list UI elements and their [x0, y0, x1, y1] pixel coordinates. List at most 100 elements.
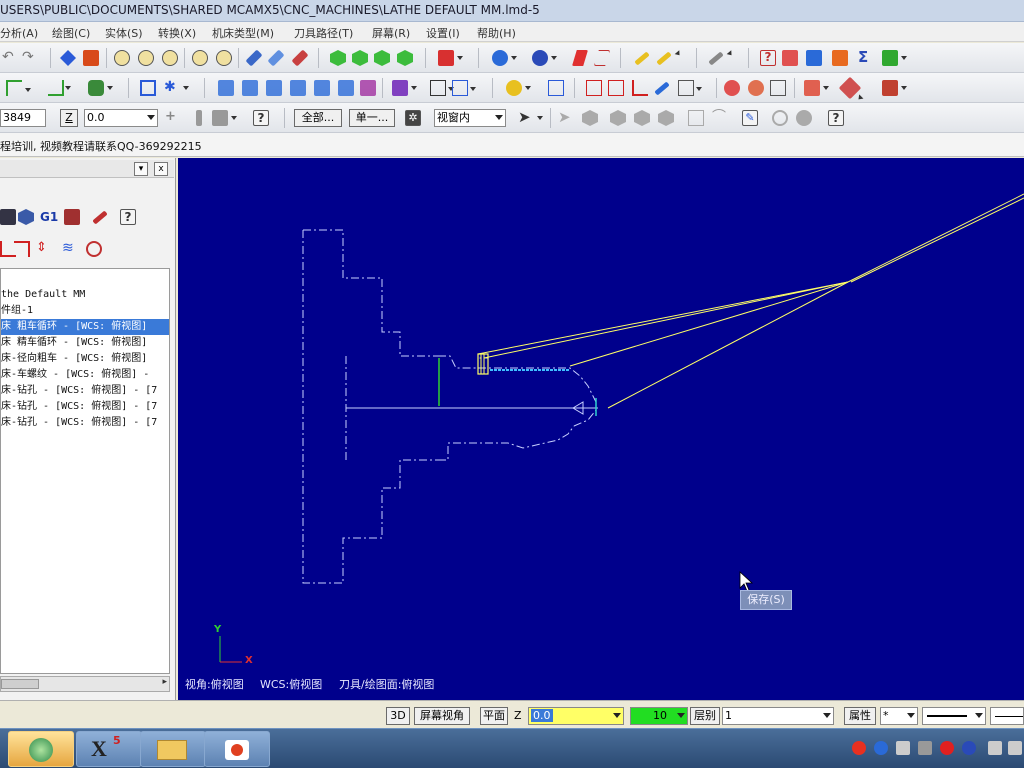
menu-solids[interactable]: 实体(S)	[105, 25, 143, 41]
tree-op-thread[interactable]: 床-车螺纹 - [WCS: 俯视图] -	[1, 367, 169, 383]
globe-icon[interactable]	[492, 50, 517, 66]
tree-op-drill-3[interactable]: 床-钻孔 - [WCS: 俯视图] - [7	[1, 415, 169, 431]
taskbar-recorder[interactable]	[204, 731, 270, 767]
hex-2-icon[interactable]	[610, 110, 626, 126]
lightbulb-icon[interactable]	[506, 80, 531, 96]
attributes-button[interactable]: 属性	[844, 707, 876, 725]
tree-op-finish-cycle[interactable]: 床 精车循环 - [WCS: 俯视图]	[1, 335, 169, 351]
xform-translate-icon[interactable]	[218, 80, 234, 96]
circle-solid-icon[interactable]	[796, 110, 812, 126]
menu-xform[interactable]: 转换(X)	[158, 25, 196, 41]
angle-icon[interactable]	[632, 80, 648, 96]
polyline-icon[interactable]	[48, 80, 71, 96]
3d-button[interactable]: 3D	[386, 707, 410, 725]
panel-close-button[interactable]: x	[154, 162, 168, 176]
wireframe-icon[interactable]	[594, 50, 610, 66]
selection-mode-icon[interactable]: ✲	[405, 110, 421, 126]
tree-op-rough-cycle[interactable]: 床 粗车循环 - [WCS: 俯视图]	[1, 319, 169, 335]
scrollbar-thumb[interactable]	[1, 679, 39, 689]
unzoom-icon[interactable]	[192, 50, 208, 66]
verify-select-icon[interactable]: ✎	[742, 110, 758, 126]
z-value-field[interactable]: 0.0	[84, 109, 158, 127]
menu-analyze[interactable]: 分析(A)	[0, 25, 38, 41]
redo-icon[interactable]: ↷	[22, 50, 38, 66]
xform-scale-icon[interactable]	[290, 80, 306, 96]
sum-icon[interactable]: Σ	[858, 50, 874, 66]
box-outline-icon[interactable]	[688, 110, 704, 126]
view-select-dropdown[interactable]: 视窗内	[434, 109, 506, 127]
drill-icon[interactable]	[392, 80, 417, 96]
material-icon[interactable]	[832, 50, 848, 66]
tree-op-drill-1[interactable]: 床-钻孔 - [WCS: 俯视图] - [7	[1, 383, 169, 399]
g1-backplot-button[interactable]: G1	[40, 209, 60, 225]
menu-create[interactable]: 绘图(C)	[52, 25, 90, 41]
xform-array-icon[interactable]	[338, 80, 354, 96]
wave-icon[interactable]: ≋	[62, 241, 78, 257]
select-all-button[interactable]: 全部...	[294, 109, 342, 127]
ops-help-icon[interactable]: ?	[120, 209, 136, 225]
color-field[interactable]: 10	[630, 707, 688, 725]
help-icon[interactable]: ?	[828, 110, 844, 126]
level-button[interactable]: 层别	[690, 707, 720, 725]
tree-op-drill-2[interactable]: 床-钻孔 - [WCS: 俯视图] - [7	[1, 399, 169, 415]
dimension-icon[interactable]	[806, 50, 822, 66]
zoom-target-icon[interactable]	[138, 50, 154, 66]
keyboard-tray-icon[interactable]	[896, 741, 910, 755]
list-icon[interactable]	[608, 80, 624, 96]
backplot-icon[interactable]	[838, 76, 862, 100]
target-icon[interactable]	[86, 241, 102, 257]
panel-minimize-button[interactable]: ▾	[134, 162, 148, 176]
zoom-window-icon[interactable]	[114, 50, 130, 66]
arrow-box-icon[interactable]	[452, 80, 476, 96]
xform-rotate-icon[interactable]	[266, 80, 282, 96]
close-tray-icon[interactable]	[918, 741, 932, 755]
pencil-icon[interactable]	[634, 51, 650, 66]
cylinder-icon[interactable]	[88, 80, 113, 96]
clear-icon[interactable]	[291, 49, 309, 67]
taskbar-mastercam[interactable]: X 5	[76, 731, 142, 767]
high-feed-icon[interactable]	[92, 210, 108, 225]
tree-machine-group[interactable]: the Default MM	[1, 287, 169, 303]
menu-machine-type[interactable]: 机床类型(M)	[212, 25, 274, 41]
autocursor-icon[interactable]	[196, 110, 202, 126]
line-icon[interactable]	[6, 80, 31, 96]
curve-icon[interactable]: ⌒	[712, 110, 728, 126]
cursor-select-icon[interactable]: ➤	[518, 110, 543, 126]
zoom-in-icon[interactable]	[162, 50, 178, 66]
help-tray-icon[interactable]	[874, 741, 888, 755]
grid-snap-icon[interactable]	[212, 110, 237, 126]
tree-op-radial-rough[interactable]: 床-径向粗车 - [WCS: 俯视图]	[1, 351, 169, 367]
updown-arrows-icon[interactable]: ⇕	[36, 241, 52, 257]
verify-icon[interactable]	[748, 80, 764, 96]
qq-tray-icon[interactable]	[962, 741, 976, 755]
xform-offset-icon[interactable]	[314, 80, 330, 96]
level-field[interactable]: 1	[722, 707, 834, 725]
repaint-icon[interactable]	[245, 49, 263, 67]
tree-horizontal-scrollbar[interactable]: ▸	[0, 676, 170, 692]
cube-front-icon[interactable]	[352, 50, 368, 66]
z-lock-button[interactable]: Z	[60, 109, 78, 127]
fit-icon[interactable]	[83, 50, 99, 66]
brush-icon[interactable]	[708, 51, 724, 66]
multi-pencil-icon[interactable]	[656, 51, 672, 66]
z-depth-field[interactable]: 0.0	[528, 707, 624, 725]
cube-top-icon[interactable]	[330, 50, 346, 66]
menu-settings[interactable]: 设置(I)	[426, 25, 460, 41]
point-style-dropdown[interactable]: *	[880, 707, 918, 725]
break-icon[interactable]: ✱	[164, 80, 189, 96]
sphere-icon[interactable]	[532, 50, 557, 66]
network-tray-icon[interactable]	[988, 741, 1002, 755]
table-icon[interactable]	[586, 80, 602, 96]
solid-box-icon[interactable]	[678, 80, 702, 96]
toolpath-sim-icon[interactable]	[724, 80, 740, 96]
grid-icon[interactable]	[430, 80, 454, 96]
select-single-button[interactable]: 单一...	[349, 109, 395, 127]
post-ops-icon[interactable]	[64, 209, 80, 225]
cube-side-icon[interactable]	[374, 50, 390, 66]
question-icon[interactable]: ?	[253, 110, 269, 126]
cube-iso-icon[interactable]	[397, 50, 413, 66]
line-style-dropdown[interactable]	[922, 707, 986, 725]
chain-icon[interactable]	[654, 81, 670, 96]
hex-3-icon[interactable]	[634, 110, 650, 126]
regen-icon[interactable]	[267, 49, 285, 67]
